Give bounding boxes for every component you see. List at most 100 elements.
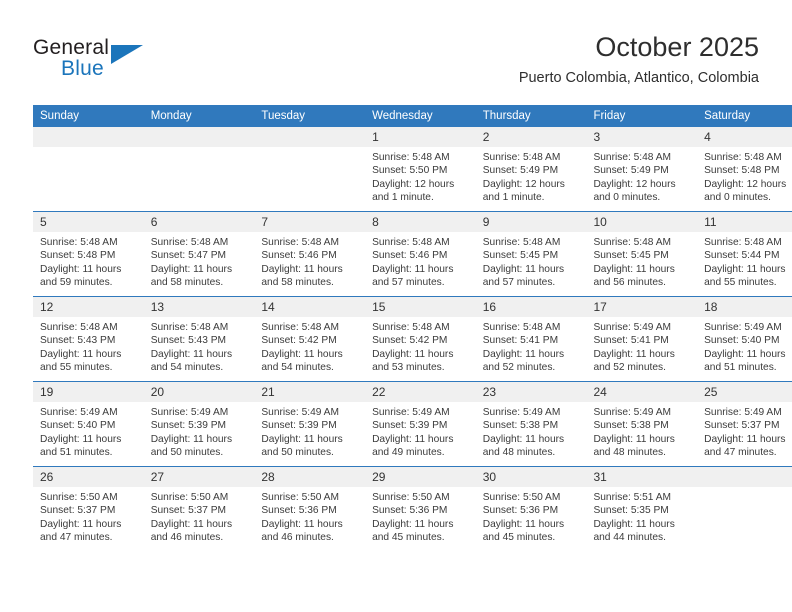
calendar-day-cell[interactable]: 30 Sunrise: 5:50 AM Sunset: 5:36 PM Dayligh… — [475, 466, 587, 551]
calendar-day-cell[interactable]: 24 Sunrise: 5:49 AM Sunset: 5:38 PM Dayligh… — [586, 381, 698, 467]
calendar-cell-empty — [697, 466, 792, 551]
calendar-day-cell[interactable]: 29 Sunrise: 5:50 AM Sunset: 5:36 PM Dayligh… — [365, 466, 476, 551]
daylight-text-line2: and 50 minutes. — [261, 447, 334, 459]
calendar-day-cell[interactable]: 4 Sunrise: 5:48 AM Sunset: 5:48 PM Daylight… — [697, 127, 792, 212]
day-number: 3 — [586, 127, 698, 147]
calendar-day-cell[interactable]: 13 Sunrise: 5:48 AM Sunset: 5:43 PM Dayligh… — [143, 296, 255, 382]
day-details: Sunrise: 5:48 AM Sunset: 5:42 PM Daylight:… — [365, 317, 476, 375]
triangle-icon — [111, 45, 143, 64]
daylight-text-line1: Daylight: 11 hours — [372, 433, 454, 445]
calendar-day-cell[interactable]: 22 Sunrise: 5:49 AM Sunset: 5:39 PM Dayligh… — [365, 381, 476, 467]
sunrise-text: Sunrise: 5:49 AM — [593, 407, 672, 418]
calendar-cell-empty — [143, 127, 255, 212]
calendar-body: 1 Sunrise: 5:48 AM Sunset: 5:50 PM Daylight… — [33, 127, 792, 551]
calendar-day-cell[interactable]: 26 Sunrise: 5:50 AM Sunset: 5:37 PM Dayligh… — [33, 466, 144, 551]
calendar-week-row: 1 Sunrise: 5:48 AM Sunset: 5:50 PM Daylight… — [33, 127, 792, 212]
sunset-text: Sunset: 5:43 PM — [40, 335, 116, 347]
sunset-text: Sunset: 5:40 PM — [704, 335, 780, 347]
day-details: Sunrise: 5:48 AM Sunset: 5:44 PM Daylight:… — [697, 232, 792, 290]
daylight-text-line2: and 58 minutes. — [150, 277, 224, 289]
weekday-header-friday: Friday — [586, 105, 698, 127]
calendar-day-cell[interactable]: 5 Sunrise: 5:48 AM Sunset: 5:48 PM Daylight… — [33, 211, 144, 297]
day-details: Sunrise: 5:50 AM Sunset: 5:36 PM Daylight:… — [476, 487, 587, 545]
day-number: 25 — [697, 382, 792, 402]
day-details: Sunrise: 5:49 AM Sunset: 5:38 PM Daylight:… — [586, 402, 697, 460]
calendar-table: Sunday Monday Tuesday Wednesday Thursday… — [33, 105, 792, 551]
general-blue-logo[interactable]: General Blue — [33, 36, 213, 92]
calendar-day-cell[interactable]: 2 Sunrise: 5:48 AM Sunset: 5:49 PM Daylight… — [475, 127, 587, 212]
calendar-day-cell[interactable]: 8 Sunrise: 5:48 AM Sunset: 5:46 PM Daylight… — [365, 211, 476, 297]
day-number — [697, 467, 792, 487]
calendar-day-cell[interactable]: 10 Sunrise: 5:48 AM Sunset: 5:45 PM Dayligh… — [586, 211, 698, 297]
calendar-container: Sunday Monday Tuesday Wednesday Thursday… — [33, 105, 792, 551]
daylight-text-line1: Daylight: 11 hours — [482, 433, 565, 445]
day-number: 5 — [33, 212, 144, 232]
day-number: 6 — [143, 212, 255, 232]
sunrise-text: Sunrise: 5:49 AM — [261, 407, 339, 418]
daylight-text-line1: Daylight: 12 hours — [593, 178, 676, 190]
day-number: 21 — [254, 382, 366, 402]
sunset-text: Sunset: 5:44 PM — [704, 250, 780, 262]
day-number: 10 — [586, 212, 698, 232]
calendar-day-cell[interactable]: 11 Sunrise: 5:48 AM Sunset: 5:44 PM Dayligh… — [697, 211, 792, 297]
sunrise-text: Sunrise: 5:51 AM — [593, 492, 672, 503]
daylight-text-line2: and 53 minutes. — [372, 362, 445, 374]
calendar-day-cell[interactable]: 1 Sunrise: 5:48 AM Sunset: 5:50 PM Daylight… — [365, 127, 476, 212]
daylight-text-line2: and 45 minutes. — [482, 532, 556, 544]
calendar-day-cell[interactable]: 21 Sunrise: 5:49 AM Sunset: 5:39 PM Dayligh… — [254, 381, 366, 467]
calendar-day-cell[interactable]: 23 Sunrise: 5:49 AM Sunset: 5:38 PM Dayligh… — [475, 381, 587, 467]
sunrise-text: Sunrise: 5:48 AM — [704, 152, 782, 163]
daylight-text-line2: and 47 minutes. — [40, 532, 113, 544]
day-details: Sunrise: 5:48 AM Sunset: 5:48 PM Daylight:… — [697, 147, 792, 205]
calendar-week-row: 12 Sunrise: 5:48 AM Sunset: 5:43 PM Dayligh… — [33, 296, 792, 382]
daylight-text-line2: and 57 minutes. — [372, 277, 445, 289]
daylight-text-line2: and 44 minutes. — [593, 532, 666, 544]
day-details: Sunrise: 5:48 AM Sunset: 5:46 PM Daylight:… — [254, 232, 365, 290]
day-number: 24 — [586, 382, 698, 402]
sunrise-text: Sunrise: 5:48 AM — [593, 237, 672, 248]
calendar-week-row: 26 Sunrise: 5:50 AM Sunset: 5:37 PM Dayligh… — [33, 466, 792, 551]
sunrise-text: Sunrise: 5:48 AM — [482, 322, 561, 333]
day-details: Sunrise: 5:48 AM Sunset: 5:46 PM Daylight:… — [365, 232, 476, 290]
calendar-day-cell[interactable]: 19 Sunrise: 5:49 AM Sunset: 5:40 PM Dayligh… — [33, 381, 144, 467]
calendar-day-cell[interactable]: 28 Sunrise: 5:50 AM Sunset: 5:36 PM Dayligh… — [254, 466, 366, 551]
calendar-day-cell[interactable]: 12 Sunrise: 5:48 AM Sunset: 5:43 PM Dayligh… — [33, 296, 144, 382]
daylight-text-line2: and 55 minutes. — [704, 277, 777, 289]
daylight-text-line1: Daylight: 11 hours — [261, 433, 343, 445]
calendar-day-cell[interactable]: 9 Sunrise: 5:48 AM Sunset: 5:45 PM Daylight… — [475, 211, 587, 297]
sunrise-text: Sunrise: 5:49 AM — [593, 322, 672, 333]
sunrise-text: Sunrise: 5:49 AM — [40, 407, 118, 418]
sunset-text: Sunset: 5:37 PM — [704, 420, 780, 432]
calendar-day-cell[interactable]: 18 Sunrise: 5:49 AM Sunset: 5:40 PM Dayligh… — [697, 296, 792, 382]
calendar-day-cell[interactable]: 15 Sunrise: 5:48 AM Sunset: 5:42 PM Dayligh… — [365, 296, 476, 382]
sunrise-text: Sunrise: 5:48 AM — [482, 152, 561, 163]
calendar-day-cell[interactable]: 3 Sunrise: 5:48 AM Sunset: 5:49 PM Daylight… — [586, 127, 698, 212]
daylight-text-line1: Daylight: 11 hours — [150, 263, 233, 275]
sunset-text: Sunset: 5:38 PM — [593, 420, 669, 432]
calendar-day-cell[interactable]: 14 Sunrise: 5:48 AM Sunset: 5:42 PM Dayligh… — [254, 296, 366, 382]
day-details: Sunrise: 5:48 AM Sunset: 5:49 PM Daylight:… — [476, 147, 587, 205]
daylight-text-line2: and 56 minutes. — [593, 277, 666, 289]
sunset-text: Sunset: 5:35 PM — [593, 505, 669, 517]
calendar-day-cell[interactable]: 27 Sunrise: 5:50 AM Sunset: 5:37 PM Dayligh… — [143, 466, 255, 551]
calendar-day-cell[interactable]: 31 Sunrise: 5:51 AM Sunset: 5:35 PM Dayligh… — [586, 466, 698, 551]
calendar-day-cell[interactable]: 20 Sunrise: 5:49 AM Sunset: 5:39 PM Dayligh… — [143, 381, 255, 467]
calendar-day-cell[interactable]: 7 Sunrise: 5:48 AM Sunset: 5:46 PM Daylight… — [254, 211, 366, 297]
calendar-day-cell[interactable]: 6 Sunrise: 5:48 AM Sunset: 5:47 PM Daylight… — [143, 211, 255, 297]
daylight-text-line1: Daylight: 12 hours — [372, 178, 455, 190]
calendar-day-cell[interactable]: 25 Sunrise: 5:49 AM Sunset: 5:37 PM Dayligh… — [697, 381, 792, 467]
daylight-text-line1: Daylight: 11 hours — [593, 433, 675, 445]
daylight-text-line1: Daylight: 11 hours — [593, 348, 675, 360]
daylight-text-line1: Daylight: 11 hours — [372, 348, 454, 360]
day-details: Sunrise: 5:51 AM Sunset: 5:35 PM Daylight:… — [586, 487, 697, 545]
sunrise-text: Sunrise: 5:50 AM — [261, 492, 339, 503]
sunset-text: Sunset: 5:36 PM — [482, 505, 559, 517]
calendar-day-cell[interactable]: 17 Sunrise: 5:49 AM Sunset: 5:41 PM Dayligh… — [586, 296, 698, 382]
daylight-text-line1: Daylight: 12 hours — [482, 178, 565, 190]
sunset-text: Sunset: 5:41 PM — [593, 335, 669, 347]
weekday-header-sunday: Sunday — [33, 105, 144, 127]
daylight-text-line2: and 59 minutes. — [40, 277, 113, 289]
day-number: 13 — [143, 297, 255, 317]
calendar-day-cell[interactable]: 16 Sunrise: 5:48 AM Sunset: 5:41 PM Dayligh… — [475, 296, 587, 382]
sunset-text: Sunset: 5:36 PM — [261, 505, 337, 517]
